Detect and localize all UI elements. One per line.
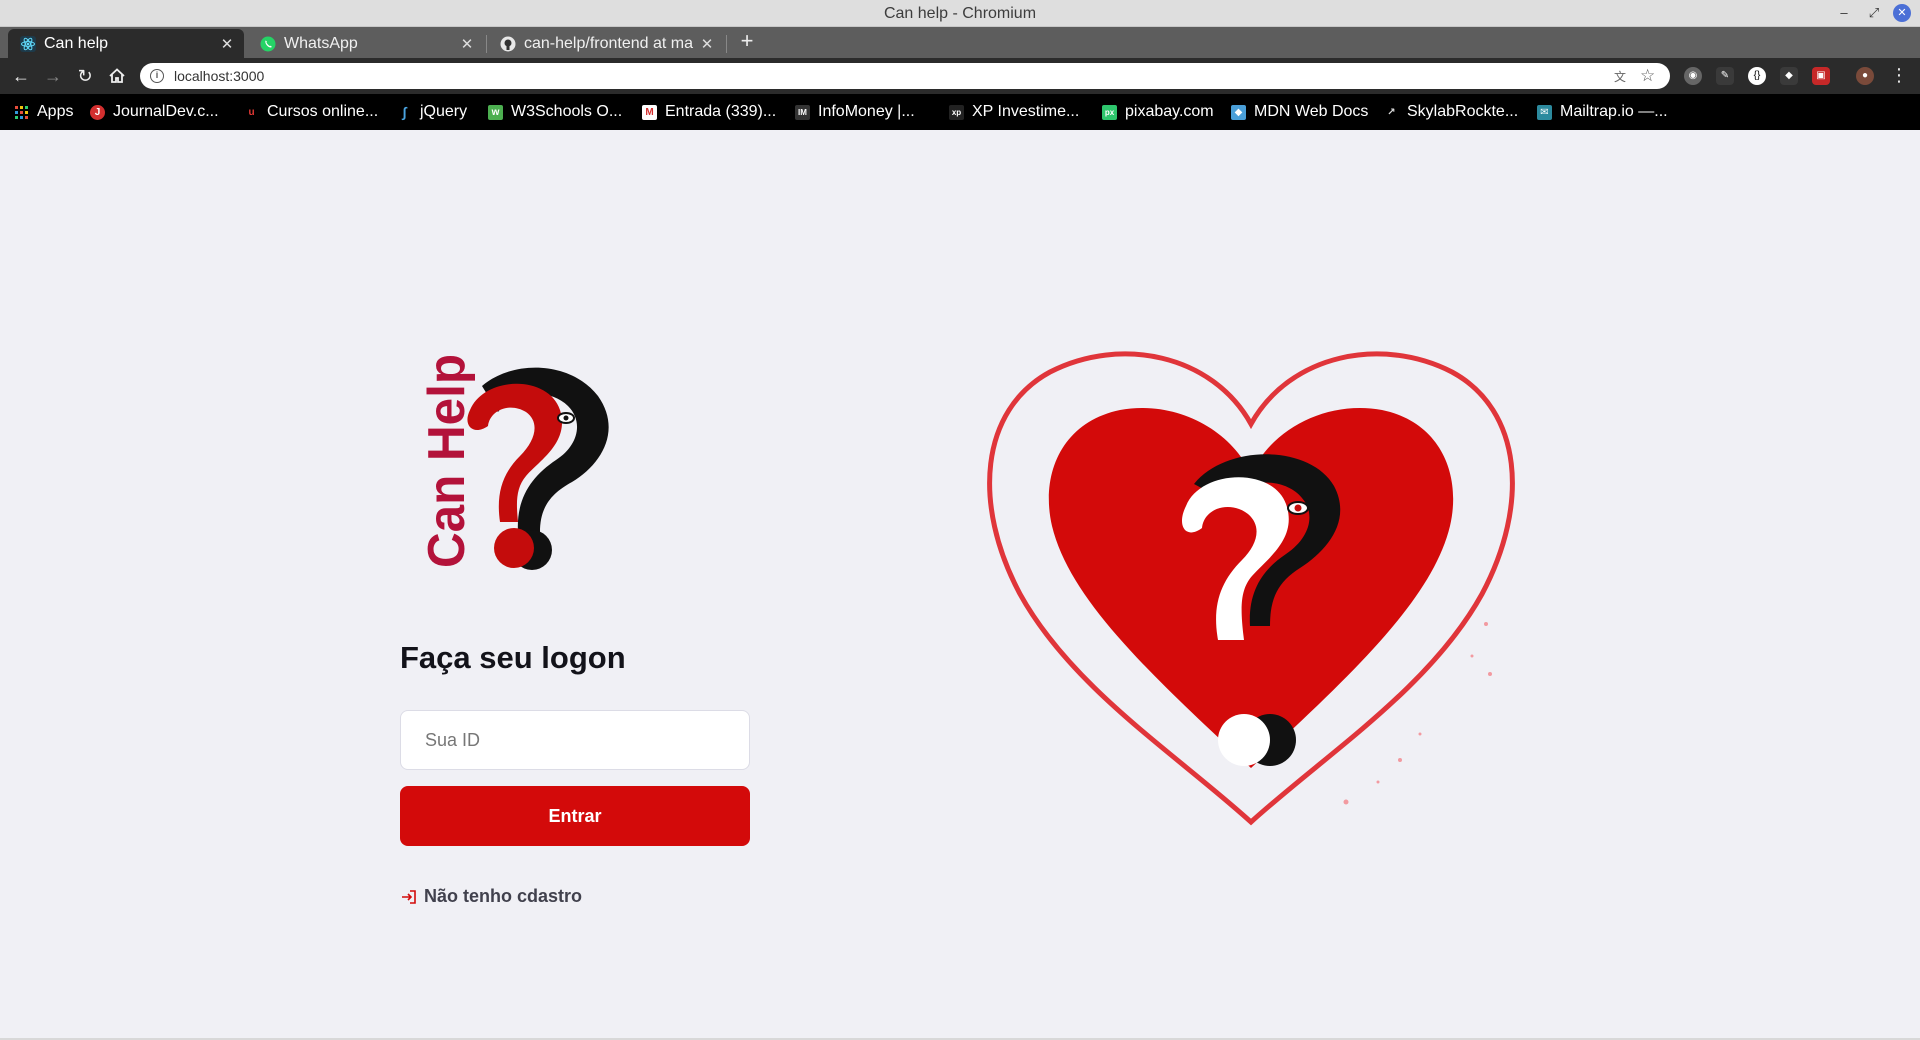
register-link[interactable]: Não tenho cdastro xyxy=(400,886,582,907)
bookmark-apps[interactable]: Apps xyxy=(14,103,73,121)
new-tab-icon[interactable]: + xyxy=(736,30,758,53)
tab-divider xyxy=(726,35,727,53)
apps-grid-icon xyxy=(15,105,28,119)
udemy-icon: u xyxy=(248,106,255,118)
bookmark-label: Apps xyxy=(37,103,74,120)
bookmark-jquery[interactable]: ∫ jQuery xyxy=(397,103,468,121)
tab-strip: Can help ✕ WhatsApp ✕ can-help/frontend … xyxy=(0,27,1920,58)
bookmark-label: SkylabRockte... xyxy=(1407,103,1519,120)
tab-divider xyxy=(486,35,487,53)
mailtrap-icon: ✉ xyxy=(1537,104,1552,120)
profile-avatar[interactable]: ● xyxy=(1856,67,1874,85)
logo-text: Can Help xyxy=(418,354,476,568)
browser-toolbar: ← → ↻ i localhost:3000 文 ☆ ◉ ✎ {} ◆ ▣ ● … xyxy=(0,58,1920,94)
window-title-bar: Can help - Chromium – ⤢ ✕ xyxy=(0,0,1920,27)
minimize-icon[interactable]: – xyxy=(1835,4,1853,22)
tab-label: WhatsApp xyxy=(284,34,358,52)
react-icon xyxy=(20,35,36,52)
reload-icon[interactable]: ↻ xyxy=(74,65,96,87)
journaldev-icon: J xyxy=(90,104,105,120)
bookmark-label: W3Schools O... xyxy=(511,103,623,120)
bookmark-rocketseat[interactable]: ↗ SkylabRockte... xyxy=(1384,103,1518,121)
bookmark-udemy[interactable]: u Cursos online... xyxy=(244,103,378,121)
bookmark-label: Entrada (339)... xyxy=(665,103,777,120)
github-icon xyxy=(500,36,516,51)
site-info-icon[interactable]: i xyxy=(150,69,164,83)
bookmark-pixabay[interactable]: px pixabay.com xyxy=(1102,103,1214,121)
w3schools-icon: w xyxy=(488,104,503,120)
tab-can-help[interactable]: Can help ✕ xyxy=(8,29,244,58)
can-help-logo: Can Help xyxy=(418,354,609,570)
url-text[interactable]: localhost:3000 xyxy=(174,68,264,84)
bookmark-infomoney[interactable]: IM InfoMoney |... xyxy=(795,103,915,121)
bookmark-label: jQuery xyxy=(420,103,468,120)
heart-illustration xyxy=(987,351,1515,826)
whatsapp-icon xyxy=(260,36,276,51)
bookmarks-bar: Apps J JournalDev.c... u Cursos online..… xyxy=(0,94,1920,130)
extension-icon[interactable]: ◆ xyxy=(1780,67,1798,85)
enter-button[interactable]: Entrar xyxy=(400,786,750,846)
gmail-icon: M xyxy=(642,104,657,120)
address-bar[interactable]: i localhost:3000 文 ☆ xyxy=(140,63,1670,89)
extension-icon[interactable]: ◉ xyxy=(1684,67,1702,85)
bookmark-label: JournalDev.c... xyxy=(113,103,219,120)
pixabay-icon: px xyxy=(1102,104,1117,120)
tab-close-icon[interactable]: ✕ xyxy=(458,35,476,53)
bookmark-label: MDN Web Docs xyxy=(1254,103,1369,120)
window-title: Can help - Chromium xyxy=(883,5,1037,22)
mdn-icon: ◆ xyxy=(1231,104,1246,120)
register-link-label: Não tenho cdastro xyxy=(424,886,583,906)
back-icon[interactable]: ← xyxy=(10,65,32,87)
extension-icon[interactable]: {} xyxy=(1748,67,1766,85)
log-in-icon xyxy=(402,889,416,904)
maximize-icon[interactable]: ⤢ xyxy=(1865,4,1883,22)
bookmark-mdn[interactable]: ◆ MDN Web Docs xyxy=(1231,103,1368,121)
bookmark-label: Mailtrap.io —... xyxy=(1560,103,1668,120)
extension-icon[interactable]: ✎ xyxy=(1716,67,1734,85)
tab-close-icon[interactable]: ✕ xyxy=(218,35,236,53)
bookmark-label: XP Investime... xyxy=(972,103,1080,120)
jquery-icon: ∫ xyxy=(402,103,407,120)
bookmark-gmail[interactable]: M Entrada (339)... xyxy=(642,103,776,121)
infomoney-icon: IM xyxy=(795,104,810,120)
rocketseat-icon: ↗ xyxy=(1387,106,1396,118)
bookmark-label: pixabay.com xyxy=(1125,103,1214,120)
xp-icon: xp xyxy=(949,104,964,120)
menu-icon[interactable]: ⋮ xyxy=(1890,65,1908,86)
bookmark-label: InfoMoney |... xyxy=(818,103,915,120)
page-content: Can Help Faça seu logon Entrar Não tenho… xyxy=(0,130,1920,1040)
close-window-icon[interactable]: ✕ xyxy=(1893,4,1911,22)
bookmark-xp[interactable]: xp XP Investime... xyxy=(949,103,1079,121)
page-title: Faça seu logon xyxy=(400,640,626,675)
forward-icon[interactable]: → xyxy=(42,65,64,87)
translate-icon[interactable]: 文 xyxy=(1612,68,1628,84)
bookmark-label: Cursos online... xyxy=(267,103,379,120)
bookmark-w3schools[interactable]: w W3Schools O... xyxy=(488,103,622,121)
tab-close-icon[interactable]: ✕ xyxy=(698,35,716,53)
tab-label: can-help/frontend at ma xyxy=(524,34,693,52)
tab-github[interactable]: can-help/frontend at ma ✕ xyxy=(488,29,724,58)
extension-icon[interactable]: ▣ xyxy=(1812,67,1830,85)
tab-label: Can help xyxy=(44,34,109,52)
tab-whatsapp[interactable]: WhatsApp ✕ xyxy=(248,29,484,58)
bookmark-mailtrap[interactable]: ✉ Mailtrap.io —... xyxy=(1537,103,1668,121)
id-input[interactable] xyxy=(400,710,750,770)
home-icon[interactable] xyxy=(106,65,128,87)
bookmark-journaldev[interactable]: J JournalDev.c... xyxy=(90,103,219,121)
bookmark-star-icon[interactable]: ☆ xyxy=(1640,66,1655,86)
